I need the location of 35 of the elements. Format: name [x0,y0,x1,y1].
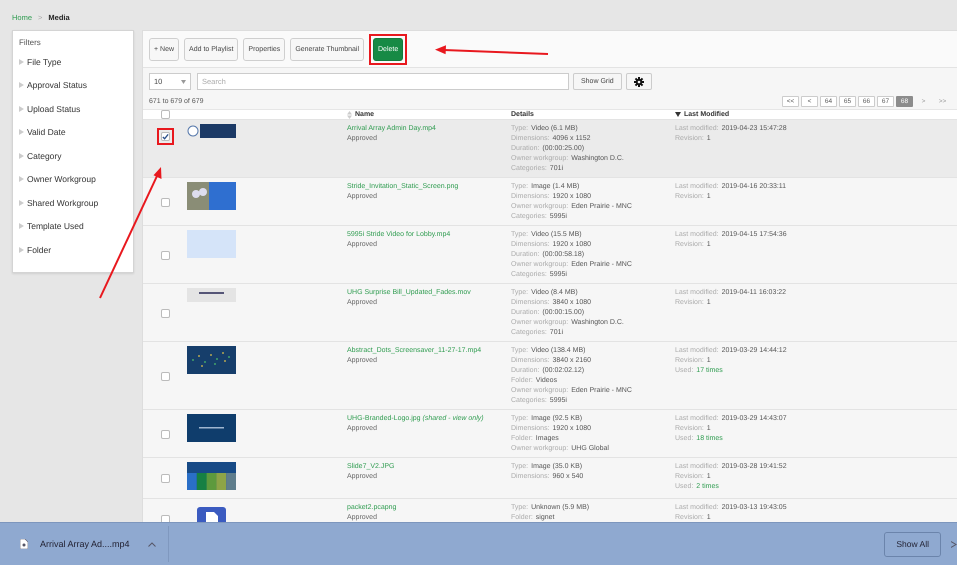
download-file-name[interactable]: Arrival Array Ad....mp4 [40,539,130,549]
checkbox[interactable] [160,110,170,119]
media-thumbnail [187,414,236,442]
caret-up-icon[interactable] [148,542,156,546]
filter-item[interactable]: Shared Workgroup [27,198,98,208]
settings-icon [634,76,644,86]
media-thumbnail [187,462,236,490]
file-icon [20,539,28,549]
show-all-button[interactable]: Show All [884,532,941,556]
dropdown-caret-icon [181,80,186,84]
filter-item[interactable]: Owner Workgroup [27,174,96,184]
filter-item[interactable]: Folder [27,244,52,255]
checkbox[interactable] [160,372,170,380]
checkbox[interactable] [160,308,170,318]
media-thumbnail [187,124,236,138]
sort-icon [347,110,352,118]
media-thumbnail [187,230,236,258]
checkbox[interactable] [160,515,170,522]
settings-button[interactable] [626,73,652,90]
filters-title: Filters [19,38,42,47]
checkbox[interactable] [160,132,170,141]
filter-item[interactable]: Category [27,150,62,161]
checkbox[interactable] [160,474,170,483]
filter-item[interactable]: File Type [27,56,62,67]
filter-item[interactable]: Template Used [27,221,84,232]
checkbox[interactable] [160,198,170,206]
media-thumbnail [187,288,236,302]
filter-item[interactable]: Approval Status [27,80,88,90]
filter-item[interactable]: Valid Date [27,127,66,138]
checkbox[interactable] [160,250,170,260]
checkbox[interactable] [160,430,170,438]
media-thumbnail [187,346,236,374]
filter-item[interactable]: Upload Status [27,104,80,114]
sort-descending-icon [675,112,681,117]
media-thumbnail [187,182,236,210]
